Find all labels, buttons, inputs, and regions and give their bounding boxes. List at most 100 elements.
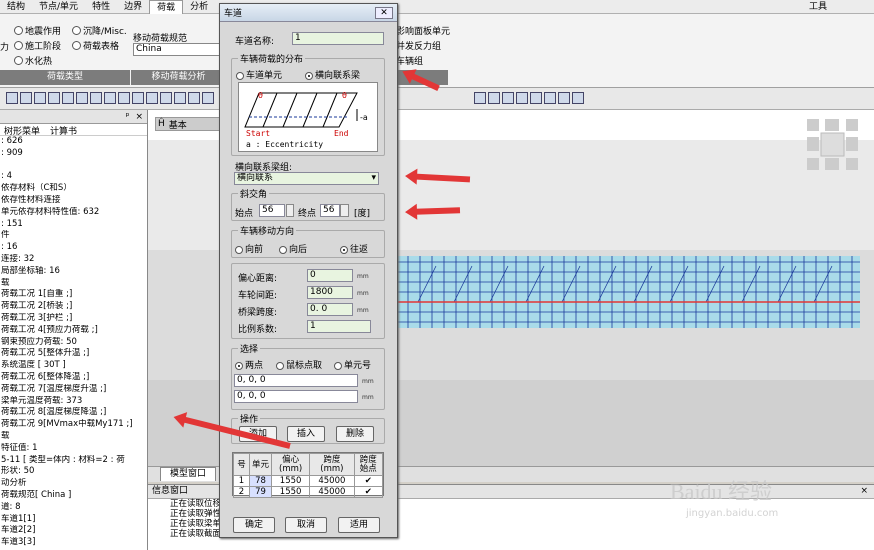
menu-load[interactable]: 荷载 (149, 0, 184, 14)
end-point-input[interactable]: 56 (320, 204, 340, 217)
tree-item[interactable] (0, 160, 147, 172)
tree-item[interactable]: 荷载工况 6[整体降温 ;] (0, 372, 147, 384)
insert-button[interactable]: 插入 (287, 426, 325, 442)
tree-item[interactable]: 荷载工况 4[预应力荷载 ;] (0, 325, 147, 337)
toolbar-tool-icon[interactable] (516, 92, 528, 104)
tree-item[interactable]: 荷载工况 2[桥装 ;] (0, 301, 147, 313)
tree-item[interactable]: 车道3[3] (0, 537, 147, 549)
tab-tree-menu[interactable]: 树形菜单 (4, 124, 40, 137)
toolbar-tool-icon[interactable] (174, 92, 186, 104)
view-tab[interactable]: Ĥ 基本 (155, 117, 227, 131)
radio-backward[interactable]: 向后 (279, 242, 307, 255)
start-point-input[interactable]: 56 (259, 204, 285, 217)
tree-item[interactable]: 荷载规范[ China ] (0, 490, 147, 502)
tree-item[interactable]: 特征值: 1 (0, 443, 147, 455)
tree-item[interactable]: 载 (0, 431, 147, 443)
tree-item[interactable]: 系统温度 [ 30T ] (0, 360, 147, 372)
eccentricity-input[interactable]: 0 (307, 269, 353, 282)
toolbar-tool-icon[interactable] (488, 92, 500, 104)
toolbar-tool-icon[interactable] (6, 92, 18, 104)
tree-item[interactable]: 荷载工况 5[整体升温 ;] (0, 348, 147, 360)
menu-node-element[interactable]: 节点/单元 (32, 0, 85, 14)
pin-icon[interactable]: ᵖ (126, 112, 130, 122)
tree-item[interactable]: 荷载工况 7[温度梯度升温 ;] (0, 384, 147, 396)
lane-table[interactable]: 号 单元 偏心 (mm) 跨度 (mm) 跨度 始点 1 78 1550 450… (232, 452, 384, 498)
toolbar-tool-icon[interactable] (202, 92, 214, 104)
toolbar-tool-icon[interactable] (20, 92, 32, 104)
table-row[interactable]: 1 78 1550 45000 ✔ (233, 475, 384, 487)
radio-both-ways[interactable]: 往返 (340, 242, 368, 255)
apply-button[interactable]: 适用 (338, 517, 380, 533)
table-cell[interactable]: 78 (249, 475, 272, 487)
table-cell[interactable]: 45000 (309, 475, 355, 487)
close-icon[interactable]: ✕ (375, 6, 393, 19)
toolbar-tool-icon[interactable] (62, 92, 74, 104)
toolbar-tool-icon[interactable] (48, 92, 60, 104)
lane-name-input[interactable]: 1 (292, 32, 384, 45)
tree-item[interactable]: : 909 (0, 148, 147, 160)
tab-calc-book[interactable]: 计算书 (50, 124, 77, 137)
toolbar-tool-icon[interactable] (558, 92, 570, 104)
toolbar-tool-icon[interactable] (90, 92, 102, 104)
tree-item[interactable]: : 151 (0, 219, 147, 231)
ribbon-load-table[interactable]: 荷载表格 (72, 39, 119, 52)
toolbar-tool-icon[interactable] (502, 92, 514, 104)
table-cell[interactable]: 1550 (270, 475, 311, 487)
close-icon[interactable]: × (860, 485, 868, 498)
table-checkbox[interactable]: ✔ (353, 486, 384, 498)
point1-input[interactable]: 0, 0, 0 (234, 374, 358, 387)
ribbon-settlement[interactable]: 沉降/Misc. (72, 24, 127, 37)
table-row[interactable]: 2 79 1550 45000 ✔ (233, 486, 384, 498)
ribbon-construction-stage[interactable]: 施工阶段 (14, 39, 61, 52)
toolbar-tool-icon[interactable] (530, 92, 542, 104)
tree-item[interactable]: 载 (0, 278, 147, 290)
menu-tools[interactable]: 工具 (802, 0, 834, 14)
toolbar-tool-icon[interactable] (118, 92, 130, 104)
radio-element-number[interactable]: 单元号 (334, 358, 371, 371)
ribbon-hydration-heat[interactable]: 水化热 (14, 54, 52, 67)
tree-item[interactable]: 道: 8 (0, 502, 147, 514)
wheel-spacing-input[interactable]: 1800 (307, 286, 353, 299)
moving-load-code-select[interactable]: China (133, 43, 223, 56)
tab-model-window[interactable]: 模型窗口 (160, 467, 216, 481)
menu-analysis[interactable]: 分析 (183, 0, 215, 14)
toolbar-tool-icon[interactable] (146, 92, 158, 104)
toolbar-tool-icon[interactable] (104, 92, 116, 104)
tree-item[interactable]: 形状: 50 (0, 466, 147, 478)
menu-structure[interactable]: 结构 (0, 0, 32, 14)
cross-group-select[interactable]: 横向联系 ▾ (234, 172, 379, 185)
radio-cross-beam[interactable]: 横向联系梁 (305, 68, 360, 81)
toolbar-tool-icon[interactable] (34, 92, 46, 104)
toolbar-tool-icon[interactable] (188, 92, 200, 104)
scale-input[interactable]: 1 (307, 320, 371, 333)
tree-item[interactable]: : 4 (0, 171, 147, 183)
table-checkbox[interactable]: ✔ (353, 475, 384, 487)
tree-item[interactable]: 局部坐标轴: 16 (0, 266, 147, 278)
tree-item[interactable]: 钢束预应力荷载: 50 (0, 337, 147, 349)
tree-item[interactable]: 依存性材料连接 (0, 195, 147, 207)
radio-lane-element[interactable]: 车道单元 (236, 68, 282, 81)
toolbar-tool-icon[interactable] (474, 92, 486, 104)
tree-item[interactable]: 车道1[1] (0, 514, 147, 526)
span-input[interactable]: 0. 0 (307, 303, 353, 316)
radio-forward[interactable]: 向前 (235, 242, 263, 255)
close-icon[interactable]: × (135, 112, 143, 122)
tree-item[interactable]: 梁单元温度荷载: 373 (0, 396, 147, 408)
tree-item[interactable]: 件 (0, 230, 147, 242)
table-cell[interactable]: 79 (249, 486, 272, 498)
tree-item[interactable]: : 626 (0, 136, 147, 148)
ribbon-influence-surface[interactable]: 影响面板单元 (396, 24, 450, 37)
tree-item[interactable]: 荷载工况 9[MVmax中载My171 ;] (0, 419, 147, 431)
toolbar-tool-icon[interactable] (76, 92, 88, 104)
table-cell[interactable]: 1550 (270, 486, 311, 498)
tree-item[interactable]: 单元依存材料特性值: 632 (0, 207, 147, 219)
tree-item[interactable]: 荷载工况 8[温度梯度降温 ;] (0, 407, 147, 419)
tree-item[interactable]: 依存材料（C和S） (0, 183, 147, 195)
ribbon-concurrent-reaction[interactable]: 并发反力组 (396, 39, 441, 52)
cancel-button[interactable]: 取消 (285, 517, 327, 533)
toolbar-tool-icon[interactable] (544, 92, 556, 104)
toolbar-tool-icon[interactable] (572, 92, 584, 104)
tree-item[interactable]: : 16 (0, 242, 147, 254)
tree-item[interactable]: 车道2[2] (0, 525, 147, 537)
tree-item[interactable]: 荷载工况 3[护栏 ;] (0, 313, 147, 325)
